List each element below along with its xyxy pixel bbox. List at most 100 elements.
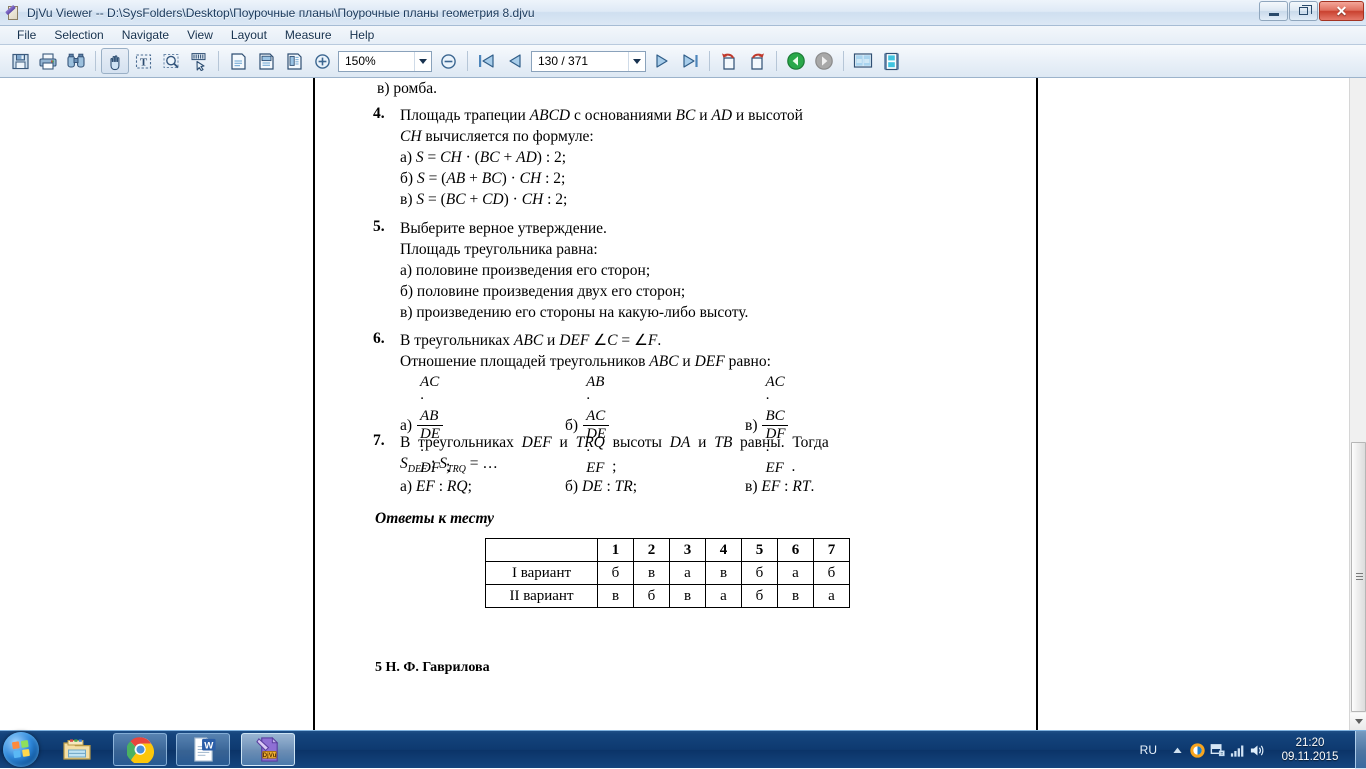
antivirus-icon[interactable] [1187, 731, 1207, 769]
question-6-option-v-numerator: AC · BC [765, 374, 785, 424]
two-page-view-icon[interactable] [849, 48, 877, 74]
djvu-document-icon [5, 4, 21, 21]
clock[interactable]: 21:20 09.11.2015 [1267, 731, 1353, 769]
zoom-out-icon[interactable] [434, 48, 462, 74]
text-select-icon[interactable]: T [129, 48, 157, 74]
last-page-icon[interactable] [676, 48, 704, 74]
folder-icon [63, 738, 91, 760]
menu-bar: File Selection Navigate View Layout Meas… [0, 26, 1366, 45]
back-icon[interactable] [782, 48, 810, 74]
question-6-line-1: В треугольниках ABC и DEF ∠C = ∠F. [400, 332, 662, 349]
hand-tool-icon[interactable] [101, 48, 129, 74]
print-icon[interactable] [34, 48, 62, 74]
answers-col-4: 4 [705, 538, 742, 562]
save-icon[interactable] [6, 48, 34, 74]
doc-clipped-line: в) ромба. [377, 80, 438, 97]
variant-1-answer-2: в [633, 561, 670, 585]
chevron-down-icon[interactable] [628, 51, 645, 71]
toolbar: T 150% 130 / 371 [0, 45, 1366, 78]
question-6-number: 6. [373, 330, 385, 347]
volume-icon[interactable] [1247, 731, 1267, 769]
next-page-icon[interactable] [648, 48, 676, 74]
actual-size-icon[interactable] [280, 48, 308, 74]
svg-text:W: W [204, 741, 214, 752]
variant-1-answer-5: б [741, 561, 778, 585]
djvu-icon: DjVu [255, 736, 278, 762]
menu-help[interactable]: Help [341, 27, 384, 43]
word-icon: W [193, 736, 216, 762]
show-hidden-icons-button[interactable] [1167, 731, 1187, 769]
window-controls: ✕ [1259, 1, 1364, 21]
fit-width-icon[interactable] [252, 48, 280, 74]
minimize-button[interactable] [1259, 1, 1288, 21]
question-5-option-b: б) половине произведения двух его сторон… [400, 283, 686, 300]
forward-icon[interactable] [810, 48, 838, 74]
question-6-option-b: б) AB · AC DE · EF ; [565, 374, 616, 477]
menu-selection[interactable]: Selection [45, 27, 112, 43]
start-button[interactable] [3, 732, 39, 767]
window-title: DjVu Viewer -- D:\SysFolders\Desktop\Поу… [27, 5, 535, 20]
question-6-line-2: Отношение площадей треугольников ABC и D… [400, 353, 771, 370]
variant-2-answer-2: б [633, 584, 670, 608]
taskbar-explorer-button[interactable] [50, 733, 104, 766]
answers-col-1: 1 [597, 538, 634, 562]
document-viewport[interactable]: в) ромба. 4. Площадь трапеции ABCD с осн… [0, 78, 1366, 730]
question-6-option-b-tail: ; [612, 458, 617, 475]
taskbar-word-button[interactable]: W [176, 733, 230, 766]
variant-1-answer-1: б [597, 561, 634, 585]
question-7-option-v: в) EF : RT. [745, 478, 815, 495]
zoom-select-icon[interactable] [157, 48, 185, 74]
first-page-icon[interactable] [473, 48, 501, 74]
thumbnails-icon[interactable] [877, 48, 905, 74]
variant-2-answer-3: в [669, 584, 706, 608]
variant-2-answer-1: в [597, 584, 634, 608]
windows-logo-icon [11, 740, 30, 759]
menu-file[interactable]: File [8, 27, 45, 43]
chrome-icon [126, 737, 154, 763]
rotate-right-icon[interactable] [743, 48, 771, 74]
system-tray: RU 21:20 09.11.2015 [1140, 731, 1366, 769]
fit-page-icon[interactable] [224, 48, 252, 74]
rotate-left-icon[interactable] [715, 48, 743, 74]
svg-text:T: T [139, 56, 147, 68]
show-desktop-button[interactable] [1355, 731, 1366, 769]
toolbar-separator-2 [218, 51, 219, 71]
question-6-option-b-numerator: AB · AC [586, 374, 606, 424]
scrollbar-thumb[interactable] [1351, 442, 1366, 712]
taskbar-chrome-button[interactable] [113, 733, 167, 766]
zoom-in-icon[interactable] [308, 48, 336, 74]
chevron-down-icon[interactable] [414, 51, 431, 71]
variant-1-answer-7: б [813, 561, 850, 585]
menu-navigate[interactable]: Navigate [113, 27, 178, 43]
taskbar-djvu-button[interactable]: DjVu [241, 733, 295, 766]
scroll-down-arrow-icon[interactable] [1350, 713, 1366, 730]
previous-page-icon[interactable] [501, 48, 529, 74]
network-icon[interactable] [1227, 731, 1247, 769]
variant-1-label: I вариант [485, 561, 598, 585]
close-button[interactable]: ✕ [1319, 1, 1364, 21]
page-number-combobox[interactable]: 130 / 371 [531, 50, 646, 72]
answers-col-2: 2 [633, 538, 670, 562]
menu-layout[interactable]: Layout [222, 27, 276, 43]
zoom-level-value: 150% [345, 54, 376, 68]
variant-2-answer-7: а [813, 584, 850, 608]
answers-corner-cell [485, 538, 598, 562]
zoom-level-combobox[interactable]: 150% [338, 50, 432, 72]
vertical-scrollbar[interactable] [1349, 78, 1366, 730]
question-7-option-b: б) DE : TR; [565, 478, 638, 495]
djvu-viewer-window: DjVu Viewer -- D:\SysFolders\Desktop\Поу… [0, 0, 1366, 730]
find-binoculars-icon[interactable] [62, 48, 90, 74]
action-center-flag-icon[interactable] [1207, 731, 1227, 769]
question-5-option-a: а) половине произведения его сторон; [400, 262, 651, 279]
document-page: в) ромба. 4. Площадь трапеции ABCD с осн… [313, 78, 1038, 730]
restore-button[interactable] [1289, 1, 1318, 21]
menu-measure[interactable]: Measure [276, 27, 341, 43]
scrollbar-grip-icon [1356, 573, 1363, 581]
table-header-row: 1 2 3 4 5 6 7 [485, 538, 850, 562]
answers-col-6: 6 [777, 538, 814, 562]
magic-select-icon[interactable] [185, 48, 213, 74]
answers-title: Ответы к тесту [375, 510, 495, 527]
language-indicator[interactable]: RU [1140, 743, 1157, 757]
question-6-option-a-numerator: AC · AB [420, 374, 440, 424]
menu-view[interactable]: View [178, 27, 222, 43]
